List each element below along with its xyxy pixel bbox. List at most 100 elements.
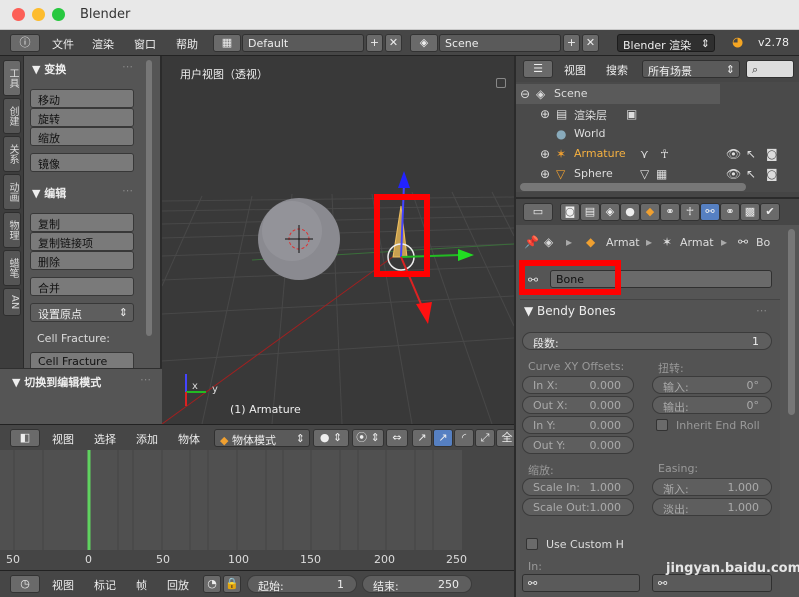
tree-row-sphere[interactable]: ⊕ ▽ Sphere ▽ ▦ (516, 164, 720, 184)
use-custom-handle-checkbox[interactable] (526, 538, 538, 550)
layout-name-field[interactable]: Default (242, 34, 364, 52)
scene-name-field[interactable]: Scene (439, 34, 561, 52)
tree-row-render-layers[interactable]: ⊕ ▤ 渲染层 ▣ (516, 104, 720, 124)
editor-type-3d-button[interactable]: ◧ (10, 429, 40, 447)
ease-out-field[interactable]: 淡出: 1.000 (652, 498, 772, 516)
manipulator-toggle[interactable]: ⇔ (386, 429, 408, 447)
shading-select[interactable]: ● ⇕ (313, 429, 349, 447)
menu-window[interactable]: 窗口 (134, 36, 156, 52)
set-origin-select[interactable]: 设置原点 ⇕ (30, 303, 134, 322)
menu-help[interactable]: 帮助 (176, 36, 198, 52)
tree-row-world[interactable]: ● World (516, 124, 720, 144)
drag-grip-icon[interactable]: ⋯ (122, 184, 133, 197)
menu-timeline-view[interactable]: 视图 (52, 577, 74, 593)
in-x-field[interactable]: In X: 0.000 (522, 376, 634, 394)
segments-field[interactable]: 段数: 1 (522, 332, 772, 350)
layout-selector-button[interactable]: ▦ (213, 34, 241, 52)
bendy-bones-header[interactable]: ▼ Bendy Bones (524, 304, 616, 318)
lock-range-button[interactable]: 🔒 (223, 575, 241, 593)
object-tab[interactable]: ◆ (640, 203, 660, 221)
render-layers-tab[interactable]: ▤ (580, 203, 600, 221)
constraints-tab[interactable]: ⚭ (660, 203, 680, 221)
drag-grip-icon[interactable]: ⋯ (140, 373, 151, 386)
scene-selector-button[interactable]: ◈ (410, 34, 438, 52)
out-y-field[interactable]: Out Y: 0.000 (522, 436, 634, 454)
out-x-field[interactable]: Out X: 0.000 (522, 396, 634, 414)
in-y-field[interactable]: In Y: 0.000 (522, 416, 634, 434)
scale-manipulator-button[interactable]: ⤢ (475, 429, 495, 447)
move-button[interactable]: 移动 (30, 89, 134, 108)
ease-in-field[interactable]: 渐入: 1.000 (652, 478, 772, 496)
mirror-button[interactable]: 镜像 (30, 153, 134, 172)
physics-tab[interactable]: ✔ (760, 203, 780, 221)
armature-data-tab[interactable]: ☥ (680, 203, 700, 221)
menu-file[interactable]: 文件 (52, 36, 74, 52)
tab-grease-pencil[interactable]: 蜡笔 (3, 250, 21, 286)
render-engine-select[interactable]: Blender 渲染 ⇕ (617, 34, 715, 52)
menu-frame[interactable]: 帧 (136, 577, 147, 593)
bone-tab[interactable]: ⚯ (700, 203, 720, 221)
world-tab[interactable]: ● (620, 203, 640, 221)
menu-outliner-view[interactable]: 视图 (564, 62, 586, 78)
start-frame-field[interactable]: 起始: 1 (247, 575, 357, 593)
drag-grip-icon[interactable]: ⋯ (122, 60, 133, 73)
drag-grip-icon[interactable]: ⋯ (756, 304, 767, 317)
menu-select[interactable]: 选择 (94, 431, 116, 447)
remove-scene-button[interactable]: ✕ (582, 34, 599, 52)
3d-viewport[interactable]: 用户视图（透视） x y (1) Armature (162, 56, 514, 424)
tab-animation[interactable]: 动画 (3, 174, 21, 210)
render-tab[interactable]: ◙ (560, 203, 580, 221)
tree-row-armature[interactable]: ⊕ ✶ Armature ⋎ ☥ (516, 144, 720, 164)
handle-out-field[interactable]: ⚯ (652, 574, 772, 592)
display-mode-select[interactable]: 所有场景 ⇕ (642, 60, 740, 78)
tab-tools[interactable]: 工具 (3, 60, 21, 96)
breadcrumb-armature[interactable]: Armat (680, 236, 714, 249)
duplicate-button[interactable]: 复制 (30, 213, 134, 232)
x-arrow-icon[interactable] (416, 302, 432, 324)
tab-create[interactable]: 创建 (3, 98, 21, 134)
menu-render[interactable]: 渲染 (92, 36, 114, 52)
camera-render-icon[interactable]: ◙ (766, 167, 778, 181)
delete-button[interactable]: 删除 (30, 251, 134, 270)
eye-icon[interactable]: 👁 (726, 167, 741, 181)
duplicate-linked-button[interactable]: 复制链接项 (30, 232, 134, 251)
expand-icon[interactable]: ⊕ (540, 147, 550, 161)
editor-type-timeline-button[interactable]: ◷ (10, 575, 40, 593)
preview-range-button[interactable]: ◔ (203, 575, 221, 593)
menu-search[interactable]: 搜索 (606, 62, 628, 78)
properties-scrollbar[interactable] (788, 229, 795, 415)
close-window-button[interactable] (12, 8, 25, 21)
handle-in-field[interactable]: ⚯ (522, 574, 640, 592)
eye-icon[interactable]: 👁 (726, 147, 741, 161)
expand-icon[interactable]: ⊕ (540, 107, 550, 121)
editor-type-info-button[interactable]: ⓘ (10, 34, 40, 52)
pivot-select[interactable]: ⦿ ⇕ (352, 429, 384, 447)
cursor-select-icon[interactable]: ↖ (746, 167, 756, 181)
operator-panel-header[interactable]: ▼ 切换到编辑模式 (12, 374, 101, 390)
expand-corner-icon[interactable] (496, 78, 506, 88)
menu-playback[interactable]: 回放 (167, 577, 189, 593)
breadcrumb-object[interactable]: Armat (606, 236, 640, 249)
add-scene-button[interactable]: + (563, 34, 580, 52)
tree-row-scene[interactable]: ⊖ ◈ Scene (516, 84, 720, 104)
rotate-manipulator-button[interactable]: ◜ (454, 429, 474, 447)
scale-in-field[interactable]: Scale In: 1.000 (522, 478, 634, 496)
cursor-select-icon[interactable]: ↖ (746, 147, 756, 161)
mode-select[interactable]: ◆ 物体模式 ⇕ (214, 429, 310, 447)
tab-physics[interactable]: 物理 (3, 212, 21, 248)
edit-panel-header[interactable]: ▼ 编辑 (32, 185, 66, 201)
pin-icon[interactable]: 📌 (524, 235, 539, 249)
add-layout-button[interactable]: + (366, 34, 383, 52)
remove-layout-button[interactable]: ✕ (385, 34, 402, 52)
menu-object[interactable]: 物体 (178, 431, 200, 447)
tab-an[interactable]: AN (3, 288, 21, 316)
timeline-editor[interactable]: 50 0 50 100 150 200 250 (0, 450, 514, 570)
menu-view[interactable]: 视图 (52, 431, 74, 447)
zoom-window-button[interactable] (52, 8, 65, 21)
expand-icon[interactable]: ⊕ (540, 167, 550, 181)
menu-marker[interactable]: 标记 (94, 577, 116, 593)
roll-in-field[interactable]: 输入: 0° (652, 376, 772, 394)
breadcrumb-bone[interactable]: Bo (756, 236, 770, 249)
translate-manipulator-button[interactable]: ↗ (412, 429, 432, 447)
collapse-icon[interactable]: ⊖ (520, 87, 530, 101)
